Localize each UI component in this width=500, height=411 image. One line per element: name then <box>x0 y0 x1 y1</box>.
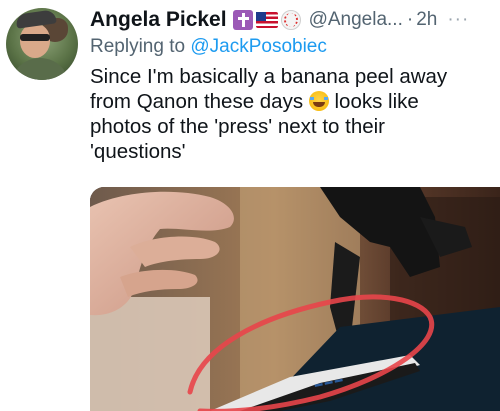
tweet-photo[interactable]: ▬ ▬ ▬ <box>90 187 500 411</box>
avatar[interactable] <box>6 8 78 80</box>
tweet-text-segment: from Qanon these days <box>90 90 304 113</box>
tweet-text: Since I'm basically a banana peel away f… <box>90 64 490 164</box>
us-flag-icon <box>255 12 278 28</box>
baseball-icon <box>280 10 301 30</box>
more-options-icon[interactable]: ··· <box>447 9 469 31</box>
reply-mention-link[interactable]: @JackPosobiec <box>190 36 327 57</box>
photo-image: ▬ ▬ ▬ <box>90 187 500 411</box>
tweet-text-line: photos of the 'press' next to their <box>90 115 385 138</box>
display-name[interactable]: Angela Pickel <box>90 8 227 32</box>
cross-icon <box>232 10 253 30</box>
tweet-time[interactable]: 2h <box>416 9 437 31</box>
user-handle[interactable]: @Angela... <box>309 9 403 31</box>
reply-prefix: Replying to <box>90 36 186 57</box>
replying-to: Replying to @JackPosobiec <box>90 36 327 58</box>
tweet-text-line: 'questions' <box>90 140 186 163</box>
tweet-text-line: from Qanon these days looks like <box>90 89 490 114</box>
tweet-text-line: Since I'm basically a banana peel away <box>90 65 448 88</box>
tweet-header: Angela Pickel @Angela... · 2h ··· <box>90 6 469 34</box>
separator-dot: · <box>406 9 414 30</box>
laughing-emoji-icon <box>308 91 329 111</box>
name-emojis <box>232 10 301 30</box>
tweet-text-segment: looks like <box>334 90 419 113</box>
